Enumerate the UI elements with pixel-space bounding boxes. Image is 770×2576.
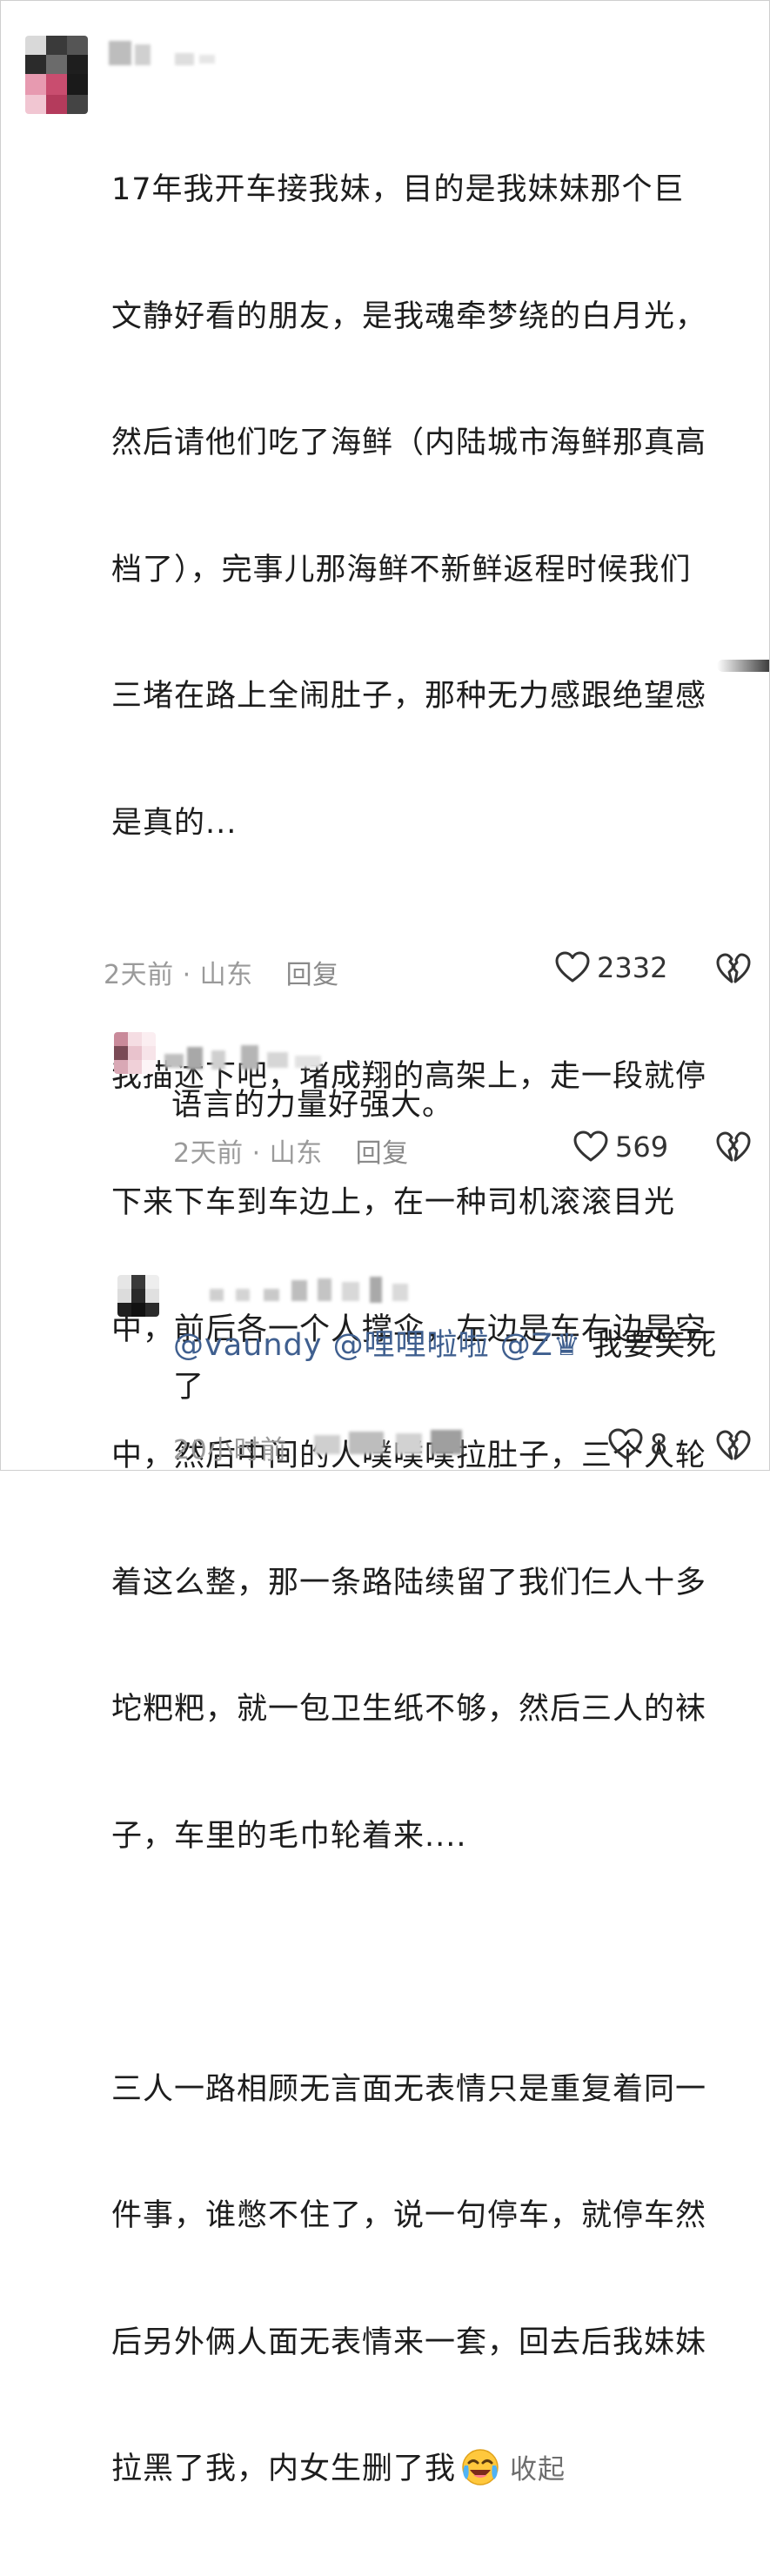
like-count: 569 (615, 1130, 669, 1164)
like-count: 2332 (597, 951, 668, 984)
reply-text-line: 了 (173, 1370, 205, 1405)
comment-line: 着这么整，那一条路陆续留了我们仨人十多 (111, 1565, 707, 1600)
dislike-button[interactable] (716, 953, 751, 989)
comment-line: 档了），完事儿那海鲜不新鲜返程时候我们 (111, 552, 692, 587)
comment-line: 然后请他们吃了海鲜（内陆城市海鲜那真高 (111, 426, 707, 460)
reply-meta: 2天前 · 山东 回复 (173, 1131, 409, 1170)
comment-line: 三堵在路上全闹肚子，那种无力感跟绝望感 (111, 679, 707, 714)
reply-button[interactable]: 回复 (356, 1138, 409, 1169)
reply-meta-blurred (314, 1426, 471, 1458)
comment-meta: 2天前 · 山东 回复 (104, 953, 339, 991)
scroll-edge-shadow (717, 660, 769, 672)
mention-link[interactable]: @vaundy (173, 1328, 322, 1363)
reply-username-blurred[interactable] (210, 1277, 410, 1308)
broken-heart-icon (716, 1131, 751, 1162)
broken-heart-icon (716, 1430, 751, 1460)
like-button[interactable]: 8 (608, 1428, 667, 1461)
screenshot-frame: 17年我开车接我妹，目的是我妹妹那个巨 文静好看的朋友，是我魂牵梦绕的白月光， … (0, 0, 770, 2486)
comment-line: 下来下车到车边上，在一种司机滚滚目光 (111, 1185, 676, 1220)
comment-line: 17年我开车接我妹，目的是我妹妹那个巨 (111, 172, 685, 207)
reply-meta: 20小时前 (173, 1428, 287, 1466)
reply-avatar[interactable] (117, 1275, 159, 1317)
comment-line: 坨粑粑，就一包卫生纸不够，然后三人的袜 (111, 1692, 707, 1727)
dislike-button[interactable] (716, 1131, 751, 1168)
reply-avatar-mosaic (114, 1032, 156, 1074)
dislike-button[interactable] (716, 1430, 751, 1466)
mention-link[interactable]: @哩哩啦啦 (333, 1328, 490, 1363)
reply-location: 山东 (269, 1138, 323, 1169)
reply-text: @vaundy @哩哩啦啦 @Z♛ 我要笑死了 (173, 1325, 747, 1408)
comment-line: 拉黑了我，内女生删了我 (111, 2452, 457, 2486)
mention-link[interactable]: @Z♛ (500, 1328, 581, 1363)
reply-avatar-mosaic (117, 1275, 159, 1317)
meta-dot: · (251, 1138, 261, 1169)
like-button[interactable]: 569 (573, 1130, 668, 1164)
heart-icon (608, 1428, 643, 1459)
broken-heart-icon (716, 953, 751, 983)
comment-line: 件事，谁憋不住了，说一句停车，就停车然 (111, 2198, 707, 2233)
heart-icon (555, 951, 590, 983)
reply-text: 语言的力量好强大。 (171, 1088, 454, 1123)
heart-icon (573, 1130, 608, 1162)
reply-avatar[interactable] (114, 1032, 156, 1074)
reply-username-blurred[interactable] (164, 1045, 330, 1071)
like-button[interactable]: 2332 (555, 951, 667, 984)
reply-time: 2天前 (173, 1138, 244, 1169)
comment-location: 山东 (199, 960, 253, 990)
laughing-crying-emoji (461, 2448, 499, 2486)
collapse-button[interactable]: 收起 (510, 2454, 566, 2485)
meta-dot: · (182, 960, 191, 990)
comment-line: 子，车里的毛巾轮着来.... (111, 1818, 467, 1854)
avatar[interactable] (25, 36, 88, 114)
avatar-mosaic (25, 36, 88, 114)
username-blurred[interactable] (109, 37, 248, 69)
reply-button[interactable]: 回复 (286, 960, 339, 990)
reply-time: 20小时前 (173, 1435, 287, 1466)
comment-last-line: 拉黑了我，内女生删了我 收起 (111, 2448, 766, 2492)
comment-line: 后另外俩人面无表情来一套，回去后我妹妹 (111, 2324, 707, 2360)
comment-line: 三人一路相顾无言面无表情只是重复着同一 (111, 2071, 707, 2107)
comment-line: 是真的... (111, 805, 238, 841)
like-count: 8 (650, 1428, 668, 1461)
comment-line: 文静好看的朋友，是我魂牵梦绕的白月光， (111, 299, 707, 334)
comment-time: 2天前 (104, 960, 174, 990)
reply-text-line: 我要笑死 (592, 1328, 718, 1363)
